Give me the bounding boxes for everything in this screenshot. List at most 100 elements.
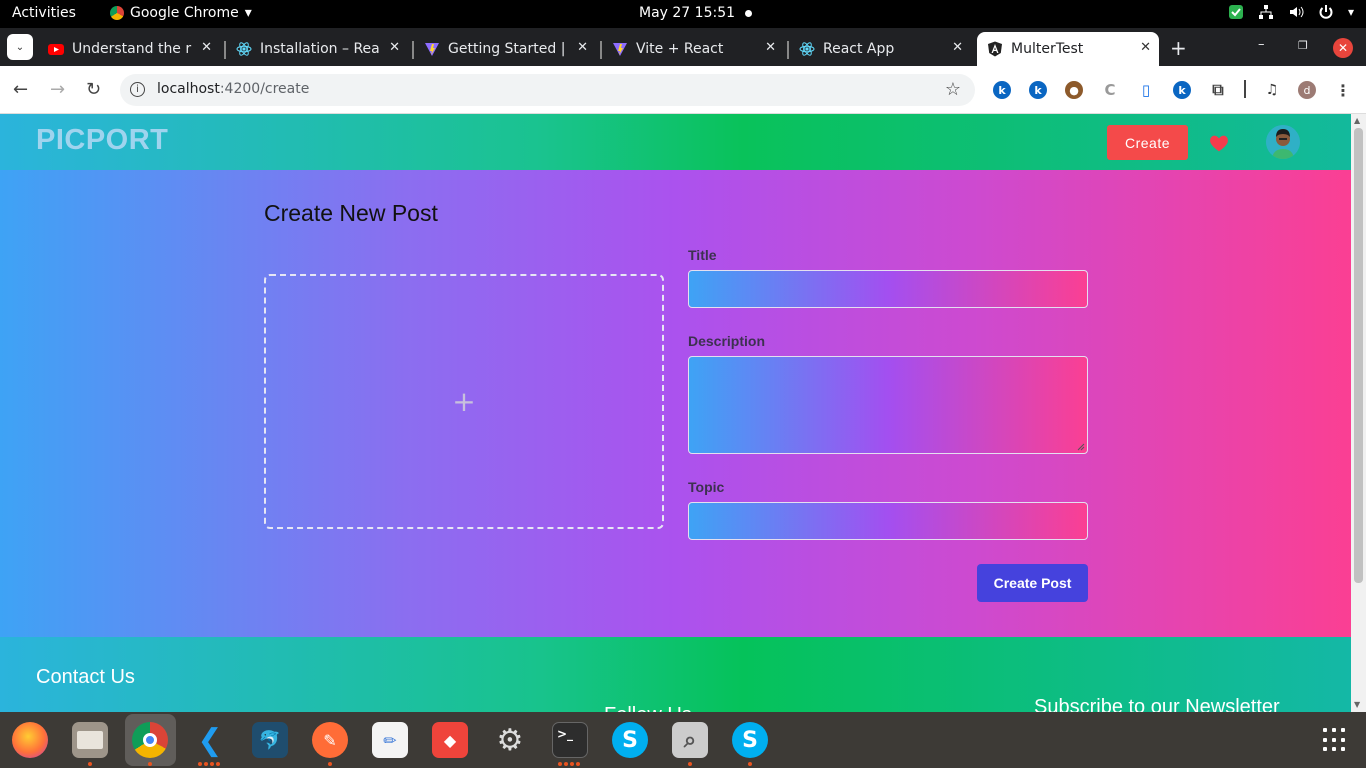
- image-upload-dropzone[interactable]: +: [264, 274, 664, 529]
- react-icon: [236, 42, 252, 56]
- tab-label: Vite + React: [636, 41, 724, 57]
- anydesk-icon[interactable]: ◆: [432, 722, 468, 758]
- address-bar[interactable]: i localhost:4200/create ☆: [120, 74, 975, 106]
- dock: ❮ 🐬 ✎ ✏ ◆ ⚙ >_ S ⌕ S: [0, 712, 1366, 768]
- tab-multertest[interactable]: MulterTest ✕: [977, 32, 1159, 66]
- minimize-icon[interactable]: –: [1258, 37, 1265, 52]
- browser-toolbar: ← → ↻ i localhost:4200/create ☆ k k ● C …: [0, 66, 1366, 114]
- close-icon[interactable]: ✕: [765, 40, 776, 55]
- tab-separator: [412, 41, 414, 59]
- system-tray[interactable]: ▾: [1228, 4, 1354, 20]
- close-icon[interactable]: ✕: [952, 40, 963, 55]
- topic-input[interactable]: [688, 502, 1088, 540]
- create-post-section: Create New Post + Title Description Topi…: [0, 170, 1351, 637]
- page-viewport: PICPORT Create Create New Post + Title D…: [0, 114, 1351, 712]
- terminal-icon[interactable]: >_: [552, 722, 588, 758]
- cookie-icon[interactable]: ●: [1065, 81, 1083, 99]
- close-icon[interactable]: ✕: [201, 40, 212, 55]
- tab-react-app[interactable]: React App ✕: [787, 32, 971, 66]
- image-viewer-icon[interactable]: ⌕: [672, 722, 708, 758]
- chevron-down-icon: ▾: [1347, 5, 1354, 19]
- create-button[interactable]: Create: [1107, 125, 1188, 160]
- power-icon: [1319, 5, 1333, 19]
- bookmark-star-icon[interactable]: ☆: [945, 79, 961, 100]
- create-post-button[interactable]: Create Post: [977, 564, 1088, 602]
- clipboard-icon[interactable]: ▯: [1137, 81, 1155, 99]
- url-host: localhost: [157, 81, 220, 97]
- title-input[interactable]: [688, 270, 1088, 308]
- chrome-icon[interactable]: [132, 722, 168, 758]
- running-indicator: [148, 762, 152, 766]
- brand-logo[interactable]: PICPORT: [36, 124, 168, 157]
- angular-icon: [988, 41, 1002, 57]
- extension-k-icon[interactable]: k: [993, 81, 1011, 99]
- site-footer: Contact Us Follow Us Subscribe to our Ne…: [0, 637, 1351, 712]
- extension-k-icon[interactable]: k: [1029, 81, 1047, 99]
- tab-label: React App: [823, 41, 895, 57]
- page-title: Create New Post: [264, 200, 438, 226]
- app-menu[interactable]: Google Chrome ▾: [110, 5, 252, 21]
- running-indicator: [204, 762, 208, 766]
- tab-label: Understand the r: [72, 41, 192, 57]
- chrome-icon: [110, 6, 124, 20]
- contact-heading: Contact Us: [36, 666, 135, 688]
- resize-handle-icon[interactable]: [1077, 443, 1085, 451]
- scroll-down-icon[interactable]: ▼: [1354, 700, 1360, 709]
- tab-getting-started[interactable]: Getting Started | ✕: [412, 32, 596, 66]
- scrollbar-thumb[interactable]: [1354, 128, 1363, 583]
- reload-icon[interactable]: ↻: [86, 79, 101, 100]
- postman-icon[interactable]: ✎: [312, 722, 348, 758]
- newsletter-heading: Subscribe to our Newsletter: [1034, 696, 1280, 712]
- network-icon: [1258, 5, 1273, 19]
- running-indicator: [198, 762, 202, 766]
- window-close-icon[interactable]: ✕: [1333, 38, 1353, 58]
- extension-k-icon[interactable]: k: [1173, 81, 1191, 99]
- skype-icon[interactable]: S: [732, 722, 768, 758]
- volume-icon: [1289, 6, 1304, 18]
- back-icon[interactable]: ←: [13, 79, 28, 100]
- skype-icon[interactable]: S: [612, 722, 648, 758]
- running-indicator: [688, 762, 692, 766]
- url-text[interactable]: localhost:4200/create: [157, 81, 309, 97]
- close-icon[interactable]: ✕: [1140, 40, 1151, 55]
- extension-c-icon[interactable]: C: [1101, 81, 1119, 99]
- clock[interactable]: May 27 15:51: [639, 5, 753, 21]
- vite-icon: [613, 43, 627, 56]
- notification-dot-icon: [745, 9, 753, 17]
- restore-icon[interactable]: ❐: [1298, 39, 1308, 52]
- mysql-workbench-icon[interactable]: 🐬: [252, 722, 288, 758]
- tab-vite-react[interactable]: Vite + React ✕: [600, 32, 784, 66]
- url-path: :4200/create: [219, 81, 310, 97]
- forward-icon[interactable]: →: [50, 79, 65, 100]
- menu-kebab-icon[interactable]: ⋮: [1334, 81, 1352, 100]
- vscode-icon[interactable]: ❮: [192, 722, 228, 758]
- page-scrollbar[interactable]: ▲ ▼: [1351, 114, 1366, 712]
- scroll-up-icon[interactable]: ▲: [1354, 116, 1360, 125]
- puzzle-icon[interactable]: ⧉: [1209, 80, 1227, 99]
- user-avatar[interactable]: [1266, 125, 1300, 159]
- show-apps-grid-icon[interactable]: [1323, 728, 1347, 752]
- tab-youtube[interactable]: Understand the r ✕: [38, 32, 220, 66]
- tab-installation[interactable]: Installation – Rea ✕: [224, 32, 408, 66]
- media-control-icon[interactable]: ♫: [1263, 81, 1281, 99]
- close-icon[interactable]: ✕: [577, 40, 588, 55]
- tab-search-button[interactable]: ⌄: [7, 34, 33, 60]
- site-info-icon[interactable]: i: [130, 82, 145, 97]
- profile-avatar[interactable]: d: [1298, 81, 1316, 99]
- clock-text: May 27 15:51: [639, 5, 736, 21]
- tab-strip: ⌄ Understand the r ✕ Installation – Rea …: [0, 28, 1366, 66]
- running-indicator: [564, 762, 568, 766]
- text-editor-icon[interactable]: ✏: [372, 722, 408, 758]
- close-icon[interactable]: ✕: [389, 40, 400, 55]
- heart-icon[interactable]: [1208, 132, 1230, 154]
- activities-button[interactable]: Activities: [12, 5, 76, 21]
- running-indicator: [210, 762, 214, 766]
- description-textarea[interactable]: [688, 356, 1088, 454]
- firefox-icon[interactable]: [12, 722, 48, 758]
- vite-icon: [425, 43, 439, 56]
- running-indicator: [570, 762, 574, 766]
- topic-label: Topic: [688, 479, 725, 495]
- new-tab-icon[interactable]: +: [1170, 36, 1187, 60]
- files-icon[interactable]: [72, 722, 108, 758]
- settings-gear-icon[interactable]: ⚙: [492, 722, 528, 758]
